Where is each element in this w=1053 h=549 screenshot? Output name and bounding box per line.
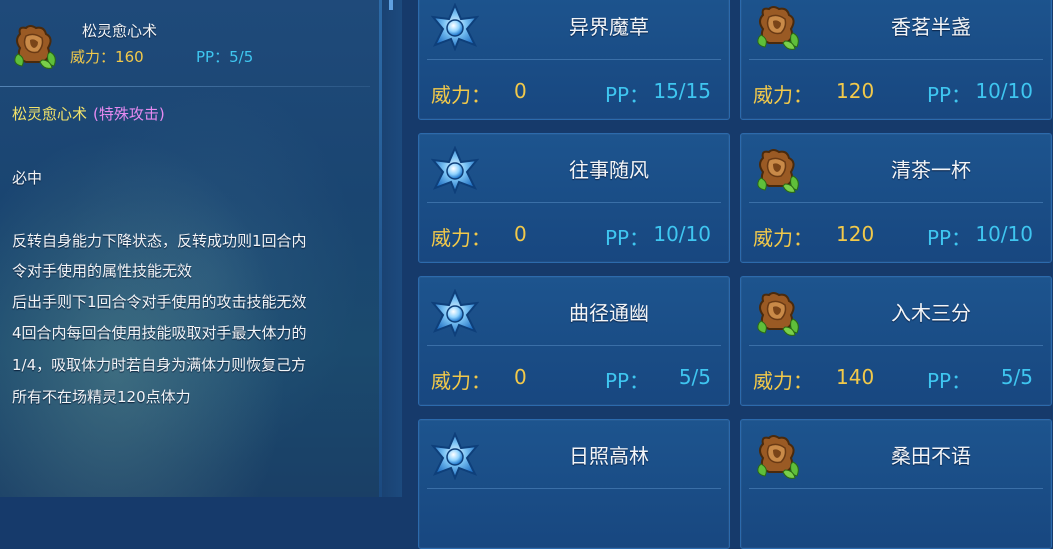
grass-stump-icon [753, 432, 801, 480]
power-value: 120 [836, 222, 875, 246]
power-label: 威力： [431, 369, 491, 393]
scroll-marker [389, 0, 393, 10]
pp-label: PP： [605, 226, 650, 250]
pp-label: PP： [927, 369, 972, 393]
effect-line: 4回合内每回合使用技能吸取对手最大体力的 [12, 324, 307, 342]
pp-value: 5/5 [678, 365, 711, 389]
card-divider [749, 488, 1043, 489]
card-divider [427, 345, 721, 346]
pp-label: PP： [927, 226, 972, 250]
skill-card[interactable]: 桑田不语 [740, 419, 1052, 549]
effect-line: 令对手使用的属性技能无效 [12, 262, 193, 280]
selected-skill-header: 松灵愈心术 威力：160 PP：5/5 [10, 18, 370, 78]
card-divider [749, 59, 1043, 60]
description-skill-name: 松灵愈心术 [12, 105, 88, 123]
pp-value: 10/10 [975, 79, 1033, 103]
effect-line: 所有不在场精灵120点体力 [12, 388, 191, 406]
skill-name: 日照高林 [569, 444, 649, 468]
skill-card[interactable]: 日照高林 [418, 419, 730, 549]
pp-label: PP： [605, 83, 650, 107]
pp-value: 5/5 [229, 48, 254, 66]
card-divider [749, 202, 1043, 203]
skill-name: 往事随风 [569, 158, 649, 182]
panel-separator [382, 0, 402, 497]
selected-skill-pp: PP：5/5 [196, 48, 254, 66]
star-icon [431, 432, 479, 480]
skill-card[interactable]: 清茶一杯 威力： 120 PP： 10/10 [740, 133, 1052, 263]
pp-label: PP： [605, 369, 650, 393]
grass-stump-icon [753, 289, 801, 337]
header-divider [0, 86, 370, 87]
power-value: 140 [836, 365, 875, 389]
star-icon [431, 3, 479, 51]
selected-skill-power: 威力：160 [70, 48, 144, 66]
skill-card[interactable]: 异界魔草 威力： 0 PP： 15/15 [418, 0, 730, 120]
power-label: 威力 [70, 48, 101, 66]
power-value: 0 [514, 365, 527, 389]
card-divider [427, 488, 721, 489]
star-icon [431, 289, 479, 337]
skill-grid: 异界魔草 威力： 0 PP： 15/15 香茗半盏 威力： 120 PP： 10… [402, 0, 1053, 549]
description-category: (特殊攻击) [93, 105, 165, 123]
pp-value: 5/5 [1000, 365, 1033, 389]
effect-line: 1/4，吸取体力时若自身为满体力则恢复己方 [12, 356, 307, 374]
grass-stump-icon [10, 22, 58, 70]
description-title: 松灵愈心术 (特殊攻击) [12, 103, 165, 124]
skill-name: 异界魔草 [569, 15, 649, 39]
card-divider [427, 59, 721, 60]
power-label: 威力： [753, 83, 813, 107]
power-label: 威力： [753, 369, 813, 393]
power-label: 威力： [431, 83, 491, 107]
pp-label: PP [196, 48, 215, 66]
power-value: 160 [115, 48, 144, 66]
star-icon [431, 146, 479, 194]
skill-card[interactable]: 入木三分 威力： 140 PP： 5/5 [740, 276, 1052, 406]
effect-line: 反转自身能力下降状态，反转成功则1回合内 [12, 232, 307, 250]
skill-card[interactable]: 曲径通幽 威力： 0 PP： 5/5 [418, 276, 730, 406]
pp-value: 10/10 [653, 222, 711, 246]
skill-name: 入木三分 [891, 301, 971, 325]
pp-label: PP： [927, 83, 972, 107]
power-label: 威力： [431, 226, 491, 250]
power-value: 0 [514, 222, 527, 246]
effect-line: 必中 [12, 169, 43, 187]
power-label: 威力： [753, 226, 813, 250]
skill-card[interactable]: 香茗半盏 威力： 120 PP： 10/10 [740, 0, 1052, 120]
pp-value: 15/15 [653, 79, 711, 103]
effect-line: 后出手则下1回合令对手使用的攻击技能无效 [12, 293, 307, 311]
skill-detail-panel: 松灵愈心术 威力：160 PP：5/5 松灵愈心术 (特殊攻击) 必中 反转自身能… [0, 0, 382, 497]
card-divider [427, 202, 721, 203]
card-divider [749, 345, 1043, 346]
skill-name: 清茶一杯 [891, 158, 971, 182]
grass-stump-icon [753, 146, 801, 194]
selected-skill-name: 松灵愈心术 [82, 22, 158, 40]
skill-name: 桑田不语 [891, 444, 971, 468]
pp-value: 10/10 [975, 222, 1033, 246]
power-value: 0 [514, 79, 527, 103]
power-value: 120 [836, 79, 875, 103]
skill-card[interactable]: 往事随风 威力： 0 PP： 10/10 [418, 133, 730, 263]
skill-name: 曲径通幽 [569, 301, 649, 325]
grass-stump-icon [753, 3, 801, 51]
skill-name: 香茗半盏 [891, 15, 971, 39]
